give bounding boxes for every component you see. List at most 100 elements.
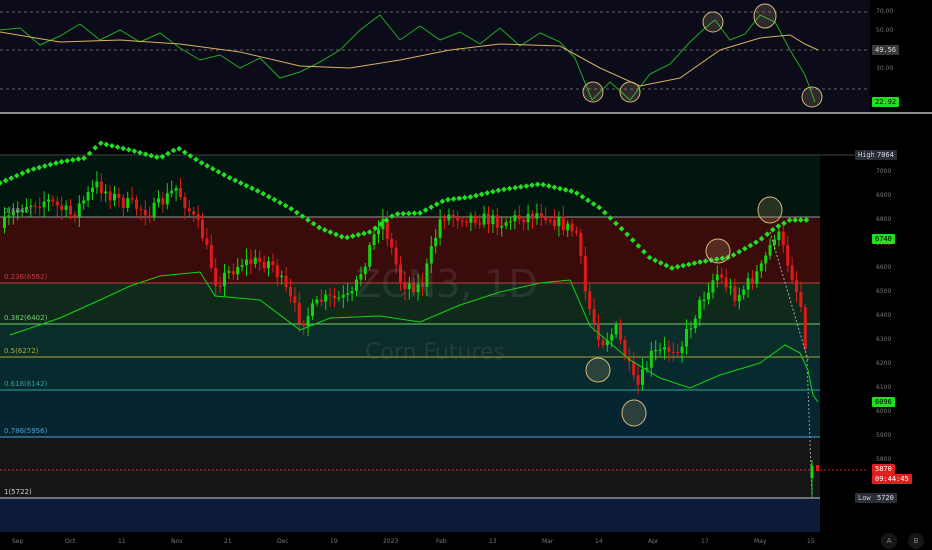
highlight-circle <box>582 81 604 103</box>
time-axis-tick: 2023 <box>383 538 399 545</box>
candle <box>465 221 468 223</box>
candle <box>610 334 614 341</box>
candle <box>143 209 147 216</box>
candle <box>91 187 94 193</box>
candle <box>139 208 143 211</box>
candle <box>482 213 486 225</box>
candle <box>86 192 90 201</box>
fib-label-3: 0.5(6272) <box>4 347 39 355</box>
price-axis-tick: 5900 <box>876 432 892 439</box>
rsi-axis-tick: 50.00 <box>876 27 894 34</box>
supertrend-dot <box>170 147 177 154</box>
price-axis-tick: 6300 <box>876 336 892 343</box>
candle <box>548 220 552 222</box>
price-axis-tick: 6400 <box>876 312 892 319</box>
supertrend-dot <box>181 149 188 156</box>
rsi-axis-tick: 30.00 <box>876 65 894 72</box>
candle <box>495 215 499 228</box>
candle <box>311 303 314 317</box>
candle <box>33 205 37 207</box>
candle <box>218 285 222 287</box>
auto-scale-button[interactable]: A <box>881 533 897 549</box>
candle <box>297 302 301 324</box>
candle <box>557 216 561 227</box>
candle <box>746 278 750 290</box>
price-axis-tick: 6900 <box>876 192 892 199</box>
candle <box>223 272 226 287</box>
candle <box>491 215 495 225</box>
candle <box>447 214 451 221</box>
candle <box>55 201 59 206</box>
high-tag-value: 7064 <box>874 150 897 160</box>
candle <box>350 291 354 294</box>
candle <box>711 280 715 293</box>
supertrend-dot <box>97 140 104 147</box>
candle <box>174 188 178 191</box>
supertrend-value-tag: 6740 <box>872 234 895 244</box>
candle <box>284 275 288 288</box>
fib-band-4 <box>0 390 820 437</box>
candle <box>69 205 72 215</box>
highlight-circle <box>753 3 777 29</box>
log-scale-button[interactable]: B <box>908 533 924 549</box>
candle <box>262 261 266 269</box>
fib-band-5 <box>0 437 820 498</box>
candle <box>795 280 798 293</box>
time-axis-tick: Sep <box>12 538 24 545</box>
candle <box>42 201 46 208</box>
price-axis-tick: 6800 <box>876 216 892 223</box>
candle <box>236 266 240 275</box>
candle <box>755 271 759 284</box>
candle <box>583 256 587 292</box>
candle <box>209 244 213 268</box>
candle <box>121 197 125 208</box>
candle <box>592 309 596 323</box>
candle <box>513 215 517 222</box>
candle <box>214 267 218 286</box>
time-axis-tick: May <box>754 538 767 545</box>
candle <box>324 294 328 302</box>
rsi-value-tag: 22.92 <box>872 97 900 107</box>
candle <box>478 223 482 225</box>
time-axis-tick: 19 <box>330 538 338 545</box>
candle <box>135 199 138 209</box>
candle <box>117 193 121 198</box>
candle <box>165 193 169 205</box>
candle <box>632 361 636 376</box>
candle <box>240 265 244 267</box>
candle <box>341 294 345 298</box>
candle <box>570 223 574 232</box>
watermark-ticker: ZCN3, 1D <box>355 262 538 306</box>
candle <box>531 214 534 219</box>
candle <box>7 215 11 218</box>
candle <box>803 307 807 350</box>
price-axis-tick: 6100 <box>876 384 892 391</box>
candle <box>685 329 688 347</box>
fib-label-4: 0.618(6142) <box>4 380 48 388</box>
candle <box>698 299 702 319</box>
time-axis-tick: 14 <box>595 538 603 545</box>
candle <box>579 232 583 257</box>
low-tag-value: 5720 <box>874 493 897 503</box>
time-axis-tick: Oct <box>65 538 76 545</box>
low-tag-name: Low <box>855 493 874 503</box>
candle <box>689 328 693 330</box>
candle <box>192 211 196 215</box>
candle <box>619 325 622 340</box>
candle <box>654 350 658 352</box>
candle <box>777 231 781 240</box>
candle <box>517 215 521 220</box>
rsi-ma-value-tag: 49.56 <box>872 45 900 55</box>
candle <box>99 181 103 194</box>
candle <box>438 219 442 238</box>
last-price-tag: 5870 <box>872 464 895 474</box>
watermark-name: Corn Futures <box>365 340 505 365</box>
candle <box>201 219 204 239</box>
candle <box>535 213 539 219</box>
candle <box>108 191 112 201</box>
fib-label-0: 0(6840) <box>4 207 32 215</box>
candle <box>720 274 724 278</box>
candle <box>509 221 512 223</box>
candle <box>473 215 477 224</box>
candle <box>597 322 600 341</box>
